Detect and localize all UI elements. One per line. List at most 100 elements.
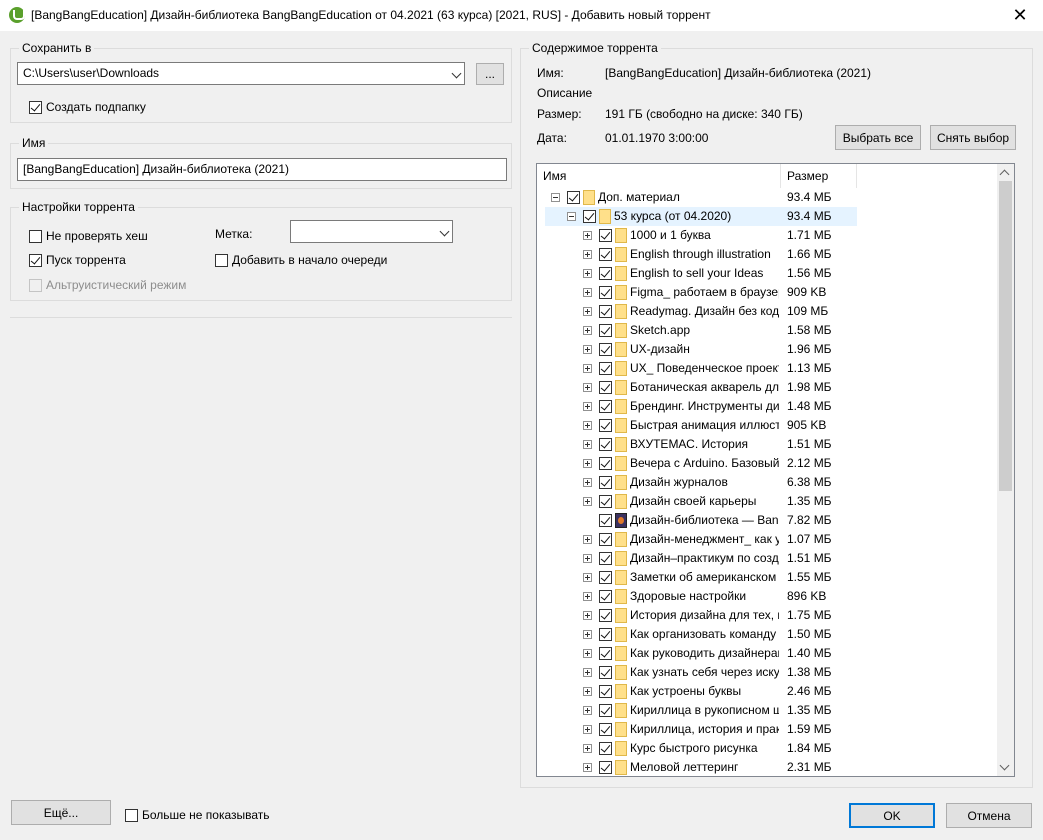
tree-row[interactable]: Дизайн-библиотека — BangBangEducation 7.8… (537, 511, 997, 530)
tree-row[interactable]: Брендинг. Инструменты дизайнера 1.48 МБ (537, 397, 997, 416)
collapse-icon[interactable] (551, 193, 560, 202)
checkbox-box[interactable] (125, 808, 138, 822)
expand-icon[interactable] (583, 440, 592, 449)
tree-row[interactable]: Figma_ работаем в браузере 909 KB (537, 283, 997, 302)
tree-row[interactable]: English to sell your Ideas 1.56 МБ (537, 264, 997, 283)
expand-icon[interactable] (583, 383, 592, 392)
expand-icon[interactable] (583, 554, 592, 563)
expand-icon[interactable] (583, 744, 592, 753)
tree-row[interactable]: Дизайн–практикум по созданию 1.51 МБ (537, 549, 997, 568)
row-checkbox[interactable] (599, 666, 612, 679)
tree-row[interactable]: 53 курса (от 04.2020) 93.4 МБ (537, 207, 997, 226)
tree-row[interactable]: ВХУТЕМАС. История 1.51 МБ (537, 435, 997, 454)
tree-row[interactable]: Дизайн-менеджмент_ как управлять 1.07 МБ (537, 530, 997, 549)
tree-row[interactable]: Ботаническая акварель для начинающих 1.98… (537, 378, 997, 397)
expand-icon[interactable] (583, 402, 592, 411)
row-checkbox[interactable] (599, 248, 612, 261)
expand-icon[interactable] (583, 231, 592, 240)
expand-icon[interactable] (583, 269, 592, 278)
dont-show-again-checkbox[interactable]: Больше не показывать (125, 808, 270, 822)
row-checkbox[interactable] (599, 381, 612, 394)
tree-row[interactable]: English through illustration 1.66 МБ (537, 245, 997, 264)
close-button[interactable]: ✕ (997, 0, 1043, 31)
tree-row[interactable]: Дизайн журналов 6.38 МБ (537, 473, 997, 492)
expand-icon[interactable] (583, 288, 592, 297)
name-input[interactable]: [BangBangEducation] Дизайн-библиотека (2… (17, 158, 507, 181)
tree-row[interactable]: Readymag. Дизайн без кода 109 МБ (537, 302, 997, 321)
tree-row[interactable]: Доп. материал 93.4 МБ (537, 188, 997, 207)
row-checkbox[interactable] (599, 552, 612, 565)
tree-row[interactable]: Быстрая анимация иллюстраций 905 KB (537, 416, 997, 435)
tree-row[interactable]: Как организовать команду 1.50 МБ (537, 625, 997, 644)
scroll-up-icon[interactable] (999, 169, 1010, 180)
expand-icon[interactable] (583, 687, 592, 696)
checkbox-box[interactable] (215, 253, 228, 267)
row-checkbox[interactable] (599, 229, 612, 242)
save-path-combo[interactable]: C:\Users\user\Downloads (17, 62, 465, 85)
row-checkbox[interactable] (599, 628, 612, 641)
skip-hash-checkbox[interactable]: Не проверять хеш (29, 229, 148, 243)
expand-icon[interactable] (583, 459, 592, 468)
expand-icon[interactable] (583, 345, 592, 354)
row-checkbox[interactable] (599, 400, 612, 413)
expand-icon[interactable] (583, 592, 592, 601)
expand-icon[interactable] (583, 478, 592, 487)
expand-icon[interactable] (583, 326, 592, 335)
row-checkbox[interactable] (599, 343, 612, 356)
expand-icon[interactable] (583, 573, 592, 582)
cancel-button[interactable]: Отмена (946, 803, 1032, 828)
expand-icon[interactable] (583, 649, 592, 658)
row-checkbox[interactable] (599, 685, 612, 698)
expand-icon[interactable] (583, 497, 592, 506)
ok-button[interactable]: OK (849, 803, 935, 828)
tree-row[interactable]: Кириллица, история и практика 1.59 МБ (537, 720, 997, 739)
row-checkbox[interactable] (599, 533, 612, 546)
tree-row[interactable]: 1000 и 1 буква 1.71 МБ (537, 226, 997, 245)
row-checkbox[interactable] (599, 476, 612, 489)
scroll-down-icon[interactable] (999, 760, 1010, 771)
row-checkbox[interactable] (567, 191, 580, 204)
row-checkbox[interactable] (599, 704, 612, 717)
file-tree[interactable]: Имя Размер Доп. материал 93.4 МБ 53 курса … (536, 163, 1015, 777)
expand-icon[interactable] (583, 421, 592, 430)
tree-row[interactable]: UX-дизайн 1.96 МБ (537, 340, 997, 359)
row-checkbox[interactable] (599, 457, 612, 470)
row-checkbox[interactable] (583, 210, 596, 223)
select-all-button[interactable]: Выбрать все (835, 125, 921, 150)
tree-row[interactable]: UX_ Поведенческое проектирование 1.13 МБ (537, 359, 997, 378)
row-checkbox[interactable] (599, 324, 612, 337)
tree-scrollbar[interactable] (997, 164, 1014, 776)
row-checkbox[interactable] (599, 267, 612, 280)
column-header-size[interactable]: Размер (781, 164, 857, 188)
tree-row[interactable]: Как узнать себя через искусство 1.38 МБ (537, 663, 997, 682)
row-checkbox[interactable] (599, 495, 612, 508)
row-checkbox[interactable] (599, 761, 612, 774)
row-checkbox[interactable] (599, 419, 612, 432)
tree-row[interactable]: Дизайн своей карьеры 1.35 МБ (537, 492, 997, 511)
row-checkbox[interactable] (599, 723, 612, 736)
row-checkbox[interactable] (599, 438, 612, 451)
expand-icon[interactable] (583, 668, 592, 677)
column-header-name[interactable]: Имя (537, 164, 781, 188)
checkbox-box[interactable] (29, 229, 42, 243)
tree-row[interactable]: Кириллица в рукописном шрифте 1.35 МБ (537, 701, 997, 720)
more-button[interactable]: Ещё... (11, 800, 111, 825)
add-top-queue-checkbox[interactable]: Добавить в начало очереди (215, 253, 387, 267)
row-checkbox[interactable] (599, 286, 612, 299)
expand-icon[interactable] (583, 364, 592, 373)
row-checkbox[interactable] (599, 514, 612, 527)
tree-row[interactable]: Sketch.app 1.58 МБ (537, 321, 997, 340)
tree-row[interactable]: Курс быстрого рисунка 1.84 МБ (537, 739, 997, 758)
tree-row[interactable]: Здоровые настройки 896 KB (537, 587, 997, 606)
row-checkbox[interactable] (599, 362, 612, 375)
expand-icon[interactable] (583, 611, 592, 620)
expand-icon[interactable] (583, 630, 592, 639)
collapse-icon[interactable] (567, 212, 576, 221)
expand-icon[interactable] (583, 706, 592, 715)
row-checkbox[interactable] (599, 647, 612, 660)
row-checkbox[interactable] (599, 305, 612, 318)
expand-icon[interactable] (583, 307, 592, 316)
scroll-thumb[interactable] (999, 181, 1012, 491)
expand-icon[interactable] (583, 250, 592, 259)
checkbox-box[interactable] (29, 253, 42, 267)
